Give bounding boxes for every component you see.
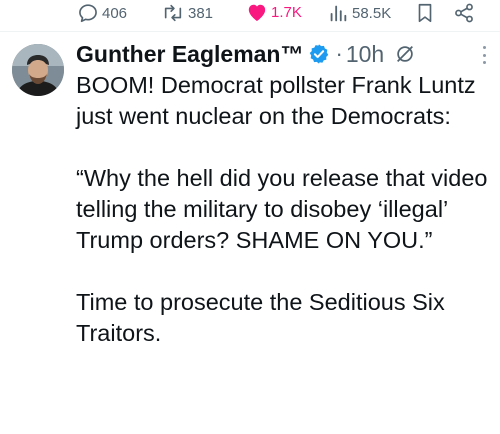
tweet-paragraph: “Why the hell did you release that video… — [76, 165, 488, 253]
tweet-text: BOOM! Democrat pollster Frank Luntz just… — [76, 70, 491, 349]
tweet-paragraph: Time to prosecute the Seditious Six Trai… — [76, 289, 445, 346]
author-name[interactable]: Gunther Eagleman™ — [76, 41, 303, 68]
bookmark-icon — [415, 2, 435, 24]
views-count: 58.5K — [352, 4, 392, 22]
like-button[interactable]: 1.7K — [246, 2, 302, 22]
more-options-icon[interactable] — [481, 46, 487, 64]
reply-count: 406 — [102, 4, 128, 22]
tweet-header: Gunther Eagleman™ · 10h — [76, 38, 416, 70]
like-count: 1.7K — [271, 3, 302, 21]
reply-icon — [77, 2, 99, 24]
grok-icon[interactable] — [394, 43, 416, 65]
reply-button[interactable]: 406 — [77, 2, 127, 24]
verified-badge-icon[interactable] — [308, 43, 330, 65]
action-bar: 406 381 1.7K 58.5K — [0, 0, 500, 28]
repost-icon — [161, 2, 185, 24]
repost-button[interactable]: 381 — [161, 2, 213, 24]
share-button[interactable] — [453, 2, 475, 24]
views-button[interactable]: 58.5K — [327, 2, 391, 24]
avatar[interactable] — [12, 44, 64, 96]
timestamp[interactable]: 10h — [346, 41, 384, 68]
heart-icon — [246, 2, 268, 22]
repost-count: 381 — [188, 4, 214, 22]
tweet-paragraph: BOOM! Democrat pollster Frank Luntz just… — [76, 72, 476, 129]
share-icon — [453, 2, 475, 24]
separator-dot: · — [335, 41, 343, 66]
views-icon — [327, 2, 349, 24]
divider — [0, 31, 500, 32]
bookmark-button[interactable] — [415, 2, 435, 24]
